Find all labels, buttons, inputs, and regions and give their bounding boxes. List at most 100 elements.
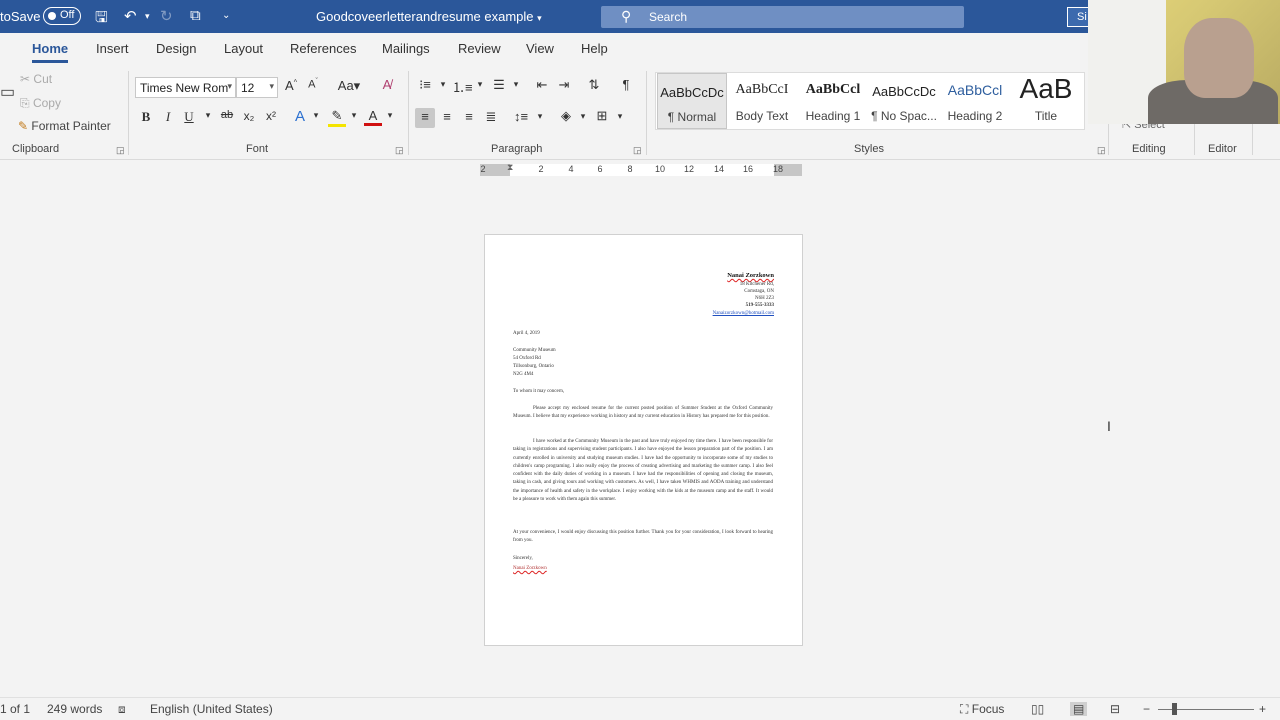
proofing-icon[interactable]: ⧈ [118,702,126,717]
font-color-icon[interactable]: A [364,108,382,126]
format-painter-label: Format Painter [31,119,111,133]
chevron-down-icon[interactable]: ▾ [471,79,489,90]
style-preview: AaBbCcl [805,82,861,97]
focus-button[interactable]: ⛶ Focus [960,702,1004,717]
letter-email-link[interactable]: Nanaizorzkown@hotmail.com [713,310,774,318]
tab-references[interactable]: References [290,41,356,56]
line-spacing-icon[interactable]: ↕≡ [512,109,530,124]
cut-button[interactable]: ✂ Cut [20,72,52,86]
font-size-select[interactable]: 12 ▾ [236,77,278,98]
copy-button[interactable]: ⎘ Copy [20,96,61,111]
touch-mode-icon[interactable]: ⧉ [190,7,201,24]
word-count[interactable]: 249 words [47,702,102,716]
undo-dropdown-icon[interactable]: ▾ [145,11,150,22]
bold-button[interactable]: B [137,109,155,125]
chevron-down-icon[interactable]: ▾ [345,110,363,121]
zoom-out-button[interactable]: − [1143,702,1150,716]
paste-icon[interactable]: ▭ [0,82,15,102]
ruler-number: 10 [654,164,665,174]
chevron-down-icon[interactable]: ▾ [307,110,325,121]
subscript-icon[interactable]: x₂ [240,109,258,123]
style-name: ¶ Normal [667,110,717,124]
editing-group-label: Editing [1132,143,1166,155]
sort-icon[interactable]: ⇅ [585,77,603,93]
align-right-icon[interactable]: ≡ [460,109,478,124]
tab-review[interactable]: Review [458,41,501,56]
style-body-text[interactable]: AaBbCcI Body Text [727,73,797,129]
highlight-icon[interactable]: ✎ [328,108,346,127]
tab-view[interactable]: View [526,41,554,56]
italic-button[interactable]: I [159,109,177,125]
tab-insert[interactable]: Insert [96,41,129,56]
save-icon[interactable]: 🖫 [95,7,108,32]
status-bar: 1 of 1 249 words ⧈ English (United State… [0,697,1280,720]
tab-mailings[interactable]: Mailings [382,41,430,56]
tab-help[interactable]: Help [581,41,608,56]
language-indicator[interactable]: English (United States) [150,702,273,716]
clear-formatting-icon[interactable]: A̸ [378,77,396,92]
font-launcher-icon[interactable]: ◲ [395,145,404,156]
horizontal-ruler[interactable]: 2 2 4 6 8 10 12 14 16 18 [480,164,802,176]
chevron-down-icon[interactable]: ▾ [611,111,629,122]
ruler-number: 2 [480,164,486,174]
increase-indent-icon[interactable]: ⇥ [555,77,573,93]
read-mode-icon[interactable]: ▯▯ [1031,702,1044,716]
font-family-select[interactable]: Times New Rom ▾ [135,77,236,98]
document-title[interactable]: Goodcoveerletterandresume example ▾ [316,9,542,24]
letter-recipient-line: N2G 4M4 [513,372,534,377]
print-layout-icon[interactable]: ▤ [1070,702,1088,716]
shading-icon[interactable]: ◈ [557,108,575,124]
style-heading-2[interactable]: AaBbCcl Heading 2 [940,73,1010,129]
multilevel-list-icon[interactable]: ☰ [490,77,508,93]
tab-layout[interactable]: Layout [224,41,263,56]
strikethrough-icon[interactable]: ab [218,109,236,121]
superscript-icon[interactable]: x² [262,109,280,123]
cut-label: Cut [33,72,53,86]
search-input[interactable]: ⚲ Search [601,6,964,28]
customize-toolbar-icon[interactable]: ⌄ [222,10,230,21]
format-painter-button[interactable]: ✎ Format Painter [18,119,111,133]
redo-icon[interactable]: ↻ [160,7,173,25]
style-no-spacing[interactable]: AaBbCcDc ¶ No Spac... [869,73,939,129]
style-normal[interactable]: AaBbCcDc ¶ Normal [657,73,727,129]
shrink-font-icon[interactable]: Aˇ [304,78,322,91]
tab-design[interactable]: Design [156,41,196,56]
zoom-in-button[interactable]: + [1259,702,1266,716]
underline-button[interactable]: U [180,109,198,125]
autosave-toggle[interactable]: Off [43,7,81,25]
letter-paragraph: Please accept my enclosed resume for the… [513,406,773,420]
numbering-icon[interactable]: ⒈≡ [452,77,473,96]
chevron-down-icon[interactable]: ▾ [531,111,549,122]
ruler-number: 4 [568,164,574,174]
indent-marker-icon[interactable]: ⧗ [507,162,513,173]
grow-font-icon[interactable]: A^ [282,78,300,93]
change-case-icon[interactable]: Aa▾ [335,78,363,94]
style-heading-1[interactable]: AaBbCcl Heading 1 [798,73,868,129]
clipboard-launcher-icon[interactable]: ◲ [116,145,125,156]
show-formatting-icon[interactable]: ¶ [617,77,635,92]
zoom-slider-thumb[interactable] [1172,703,1177,715]
chevron-down-icon[interactable]: ▾ [381,110,399,121]
ruler-number: 14 [713,164,724,174]
decrease-indent-icon[interactable]: ⇤ [533,77,551,93]
align-left-icon[interactable]: ≡ [416,109,434,124]
chevron-down-icon[interactable]: ▾ [199,110,217,121]
style-title[interactable]: AaB Title [1011,73,1081,129]
borders-icon[interactable]: ⊞ [593,108,611,124]
paragraph-launcher-icon[interactable]: ◲ [633,145,642,156]
styles-launcher-icon[interactable]: ◲ [1097,145,1106,156]
chevron-down-icon[interactable]: ▾ [434,79,452,90]
chevron-down-icon[interactable]: ▾ [574,111,592,122]
bullets-icon[interactable]: ⁝≡ [416,77,434,93]
toggle-knob [48,12,56,20]
page-count[interactable]: 1 of 1 [0,702,30,716]
web-layout-icon[interactable]: ⊟ [1110,702,1120,716]
document-page[interactable]: Nanai Zorzkown 18 Kitchener Rd, Comstaga… [484,234,803,646]
style-preview: AaB [1019,73,1073,104]
justify-icon[interactable]: ≣ [482,109,500,125]
undo-icon[interactable]: ↶ [124,7,137,25]
chevron-down-icon[interactable]: ▾ [507,79,525,90]
tab-home[interactable]: Home [32,41,69,63]
letter-closing: Sincerely, [513,556,533,561]
align-center-icon[interactable]: ≡ [438,109,456,124]
